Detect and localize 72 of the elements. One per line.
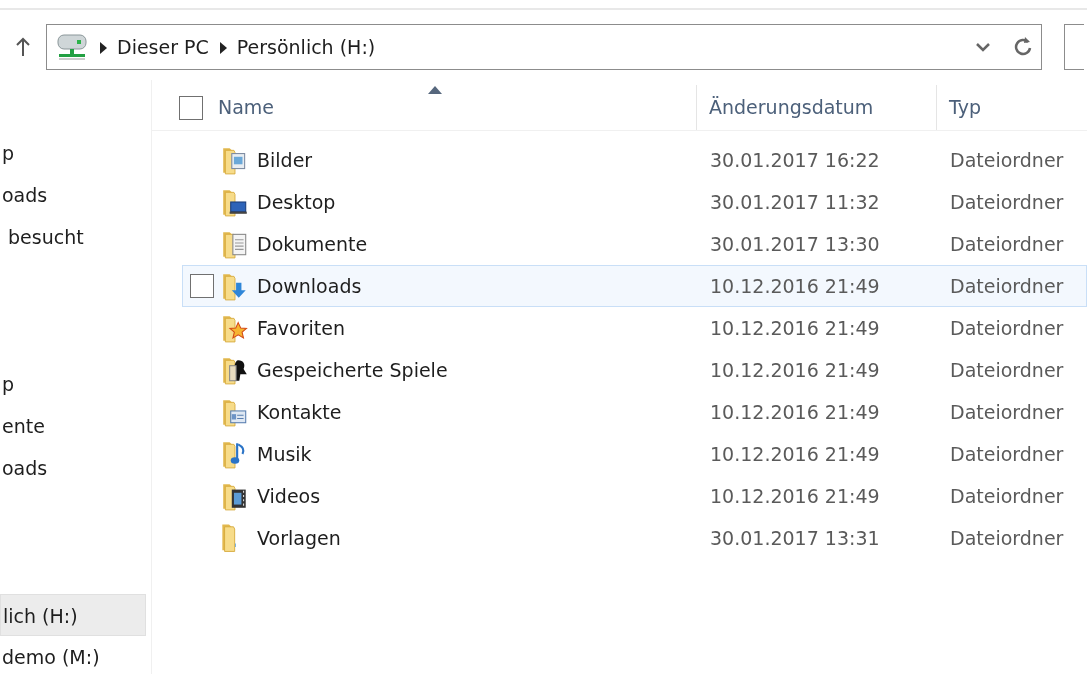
file-type: Dateiordner	[949, 525, 1064, 551]
file-row[interactable]: Musik 10.12.2016 21:49 Dateiordner	[182, 433, 1087, 475]
file-name[interactable]: Musik	[257, 439, 312, 469]
date-modified: 30.01.2017 16:22	[709, 147, 881, 173]
date-modified: 10.12.2016 21:49	[709, 399, 881, 425]
network-drive-icon	[55, 33, 89, 61]
videos-folder-icon	[221, 481, 249, 511]
date-modified: 10.12.2016 21:49	[709, 315, 881, 341]
nav-pane-item[interactable]: demo (M:)	[0, 636, 146, 674]
documents-folder-icon	[221, 229, 249, 259]
nav-pane-item[interactable]: p	[0, 132, 146, 174]
file-row[interactable]: Downloads 10.12.2016 21:49 Dateiordner	[182, 265, 1087, 307]
nav-pane-item[interactable]: oads	[0, 447, 146, 489]
file-row[interactable]: Bilder 30.01.2017 16:22 Dateiordner	[182, 139, 1087, 181]
refresh-icon[interactable]	[1013, 36, 1033, 58]
file-name[interactable]: Gespeicherte Spiele	[257, 355, 448, 385]
file-name[interactable]: Dokumente	[257, 229, 368, 259]
desktop-folder-icon	[221, 187, 249, 217]
file-row[interactable]: Gespeicherte Spiele 10.12.2016 21:49 Dateiordner	[182, 349, 1087, 391]
file-type: Dateiordner	[949, 189, 1064, 215]
address-bar[interactable]: Dieser PC Persönlich (H:)	[46, 24, 1042, 70]
file-row[interactable]: Kontakte 10.12.2016 21:49 Dateiordner	[182, 391, 1087, 433]
breadcrumb-item[interactable]: Dieser PC	[117, 32, 209, 62]
sort-ascending-icon	[426, 85, 443, 94]
date-modified: 10.12.2016 21:49	[709, 273, 881, 299]
file-name[interactable]: Kontakte	[257, 397, 342, 427]
chevron-right-icon[interactable]	[218, 41, 227, 54]
file-name[interactable]: Desktop	[257, 187, 336, 217]
file-row[interactable]: Dokumente 30.01.2017 13:30 Dateiordner	[182, 223, 1087, 265]
date-modified: 10.12.2016 21:49	[709, 441, 881, 467]
search-field[interactable]	[1064, 24, 1084, 70]
nav-pane-item[interactable]: p	[0, 363, 146, 405]
file-type: Dateiordner	[949, 357, 1064, 383]
column-header[interactable]: Typ	[937, 85, 1087, 130]
date-modified: 30.01.2017 13:31	[709, 525, 881, 551]
chevron-right-icon[interactable]	[99, 41, 107, 54]
select-all-checkbox[interactable]	[179, 95, 203, 120]
dropdown-chevron-icon[interactable]	[975, 42, 991, 52]
folder-icon	[221, 524, 236, 552]
file-row[interactable]: Videos 10.12.2016 21:49 Dateiordner	[182, 475, 1087, 517]
file-type: Dateiordner	[949, 399, 1064, 425]
file-row[interactable]: Vorlagen 30.01.2017 13:31 Dateiordner	[182, 517, 1087, 559]
contacts-folder-icon	[221, 397, 249, 427]
date-modified: 10.12.2016 21:49	[709, 357, 881, 383]
date-modified: 10.12.2016 21:49	[709, 483, 881, 509]
breadcrumb-item[interactable]: Persönlich (H:)	[236, 32, 376, 62]
file-name[interactable]: Favoriten	[257, 313, 345, 343]
file-type: Dateiordner	[949, 273, 1064, 299]
downloads-folder-icon	[221, 271, 249, 301]
up-arrow-icon[interactable]	[15, 37, 31, 57]
file-name[interactable]: Vorlagen	[257, 523, 341, 553]
file-type: Dateiordner	[949, 441, 1064, 467]
column-header[interactable]: Name	[152, 85, 697, 130]
nav-pane-item[interactable]: lich (H:)	[0, 594, 146, 636]
file-type: Dateiordner	[949, 483, 1064, 509]
date-modified: 30.01.2017 13:30	[709, 231, 881, 257]
column-header[interactable]: Änderungsdatum	[697, 85, 937, 130]
file-name[interactable]: Videos	[257, 481, 321, 511]
file-type: Dateiordner	[949, 315, 1064, 341]
games-folder-icon	[221, 355, 249, 385]
file-type: Dateiordner	[949, 147, 1064, 173]
file-name[interactable]: Bilder	[257, 145, 313, 175]
file-type: Dateiordner	[949, 231, 1064, 257]
date-modified: 30.01.2017 11:32	[709, 189, 881, 215]
file-row[interactable]: Desktop 30.01.2017 11:32 Dateiordner	[182, 181, 1087, 223]
star-folder-icon	[221, 313, 249, 343]
nav-pane-item[interactable]: oads	[0, 174, 146, 216]
file-row[interactable]: Favoriten 10.12.2016 21:49 Dateiordner	[182, 307, 1087, 349]
row-checkbox[interactable]	[190, 274, 214, 298]
nav-pane-item[interactable]: ente	[0, 405, 146, 447]
nav-pane-item[interactable]: besucht	[0, 216, 146, 258]
file-name[interactable]: Downloads	[257, 271, 362, 301]
